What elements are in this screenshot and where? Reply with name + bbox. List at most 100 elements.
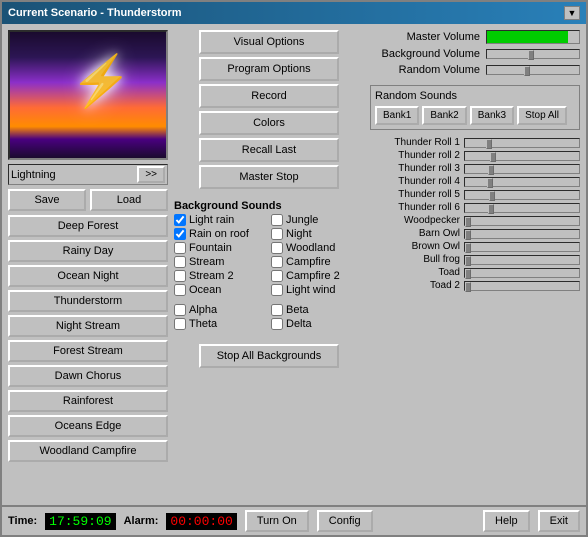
bg-sound-checkbox[interactable] xyxy=(174,284,186,296)
load-button[interactable]: Load xyxy=(90,189,168,211)
sound-row-label: Barn Owl xyxy=(370,228,460,239)
sound-row-label: Thunder roll 5 xyxy=(370,189,460,200)
config-button[interactable]: Config xyxy=(317,510,373,532)
brain-wave-checkbox[interactable] xyxy=(271,318,283,330)
stop-all-backgrounds-button[interactable]: Stop All Backgrounds xyxy=(199,344,339,368)
bg-sound-label: Fountain xyxy=(189,242,232,254)
bg-sound-checkbox[interactable] xyxy=(271,214,283,226)
scenario-button[interactable]: Oceans Edge xyxy=(8,415,168,437)
main-option-button[interactable]: Record xyxy=(199,84,339,108)
brain-wave-item: Delta xyxy=(271,318,364,330)
minimize-button[interactable]: ▼ xyxy=(564,6,580,20)
sound-slider-thumb xyxy=(486,139,492,149)
bank-button[interactable]: Stop All xyxy=(517,106,567,125)
master-volume-row: Master Volume xyxy=(370,30,580,44)
random-sounds-title: Random Sounds xyxy=(375,90,575,102)
sound-row-label: Toad 2 xyxy=(370,280,460,291)
sound-slider[interactable] xyxy=(464,190,580,200)
bank-buttons: Bank1Bank2Bank3Stop All xyxy=(375,106,575,125)
bg-sound-label: Night xyxy=(286,228,312,240)
bg-sound-checkbox[interactable] xyxy=(271,256,283,268)
main-content: ⚡ Lightning >> Save Load Deep ForestRain… xyxy=(2,24,586,505)
bg-sound-checkbox[interactable] xyxy=(271,270,283,282)
brain-waves-grid: AlphaBetaThetaDelta xyxy=(174,304,364,330)
bg-sound-checkbox[interactable] xyxy=(174,214,186,226)
time-value: 17:59:09 xyxy=(45,513,115,530)
bg-sound-checkbox[interactable] xyxy=(271,228,283,240)
bg-sound-checkbox[interactable] xyxy=(271,242,283,254)
main-option-button[interactable]: Colors xyxy=(199,111,339,135)
sound-slider[interactable] xyxy=(464,255,580,265)
bg-sound-checkbox[interactable] xyxy=(174,228,186,240)
bg-sound-checkbox[interactable] xyxy=(271,284,283,296)
sound-slider[interactable] xyxy=(464,268,580,278)
sound-row: Thunder roll 2 xyxy=(370,150,580,161)
bg-sound-item: Fountain xyxy=(174,242,267,254)
bg-sound-checkbox[interactable] xyxy=(174,242,186,254)
scenario-button[interactable]: Deep Forest xyxy=(8,215,168,237)
sound-slider-thumb xyxy=(465,269,471,279)
brain-wave-checkbox[interactable] xyxy=(174,304,186,316)
bg-sound-item: Campfire xyxy=(271,256,364,268)
bg-sound-item: Stream 2 xyxy=(174,270,267,282)
sound-slider[interactable] xyxy=(464,229,580,239)
background-volume-row: Background Volume xyxy=(370,48,580,60)
scenario-button[interactable]: Thunderstorm xyxy=(8,290,168,312)
bank-button[interactable]: Bank1 xyxy=(375,106,419,125)
bg-sound-label: Jungle xyxy=(286,214,318,226)
scenario-button[interactable]: Ocean Night xyxy=(8,265,168,287)
sound-slider[interactable] xyxy=(464,138,580,148)
sound-slider[interactable] xyxy=(464,151,580,161)
bg-sounds-grid: Light rainJungleRain on roofNightFountai… xyxy=(174,214,364,296)
scenario-button[interactable]: Dawn Chorus xyxy=(8,365,168,387)
brain-wave-label: Alpha xyxy=(189,304,217,316)
bg-sound-label: Stream xyxy=(189,256,224,268)
sound-row: Toad 2 xyxy=(370,280,580,291)
main-option-button[interactable]: Program Options xyxy=(199,57,339,81)
brain-wave-checkbox[interactable] xyxy=(271,304,283,316)
sound-slider[interactable] xyxy=(464,164,580,174)
scenario-button[interactable]: Woodland Campfire xyxy=(8,440,168,462)
save-button[interactable]: Save xyxy=(8,189,86,211)
bg-sound-checkbox[interactable] xyxy=(174,256,186,268)
sound-row-label: Thunder roll 4 xyxy=(370,176,460,187)
bg-sound-item: Ocean xyxy=(174,284,267,296)
scenario-button[interactable]: Rainy Day xyxy=(8,240,168,262)
random-volume-row: Random Volume xyxy=(370,64,580,76)
bank-button[interactable]: Bank2 xyxy=(422,106,466,125)
brain-wave-checkbox[interactable] xyxy=(174,318,186,330)
scenario-button[interactable]: Forest Stream xyxy=(8,340,168,362)
bg-sound-item: Light rain xyxy=(174,214,267,226)
background-volume-label: Background Volume xyxy=(370,48,480,60)
sound-row-label: Brown Owl xyxy=(370,241,460,252)
bg-sound-checkbox[interactable] xyxy=(174,270,186,282)
sound-slider-thumb xyxy=(465,282,471,292)
turn-on-button[interactable]: Turn On xyxy=(245,510,309,532)
sound-slider[interactable] xyxy=(464,177,580,187)
bank-button[interactable]: Bank3 xyxy=(470,106,514,125)
scenario-button[interactable]: Rainforest xyxy=(8,390,168,412)
sound-slider[interactable] xyxy=(464,216,580,226)
main-option-button[interactable]: Master Stop xyxy=(199,165,339,189)
sound-slider[interactable] xyxy=(464,203,580,213)
brain-wave-label: Delta xyxy=(286,318,312,330)
sound-slider-thumb xyxy=(465,217,471,227)
main-option-button[interactable]: Recall Last xyxy=(199,138,339,162)
sound-slider-thumb xyxy=(489,191,495,201)
sound-slider[interactable] xyxy=(464,242,580,252)
right-panel: Master Volume Background Volume Random V… xyxy=(370,30,580,499)
sound-row-label: Woodpecker xyxy=(370,215,460,226)
sound-row-label: Thunder roll 3 xyxy=(370,163,460,174)
sound-row-label: Thunder Roll 1 xyxy=(370,137,460,148)
window-title: Current Scenario - Thunderstorm xyxy=(8,7,182,19)
main-option-button[interactable]: Visual Options xyxy=(199,30,339,54)
help-button[interactable]: Help xyxy=(483,510,530,532)
sound-slider-thumb xyxy=(488,165,494,175)
exit-button[interactable]: Exit xyxy=(538,510,580,532)
scenario-button[interactable]: Night Stream xyxy=(8,315,168,337)
bg-sound-item: Woodland xyxy=(271,242,364,254)
preview-image: ⚡ xyxy=(8,30,168,160)
preview-arrow-button[interactable]: >> xyxy=(137,166,165,183)
sound-slider-thumb xyxy=(465,230,471,240)
sound-slider[interactable] xyxy=(464,281,580,291)
